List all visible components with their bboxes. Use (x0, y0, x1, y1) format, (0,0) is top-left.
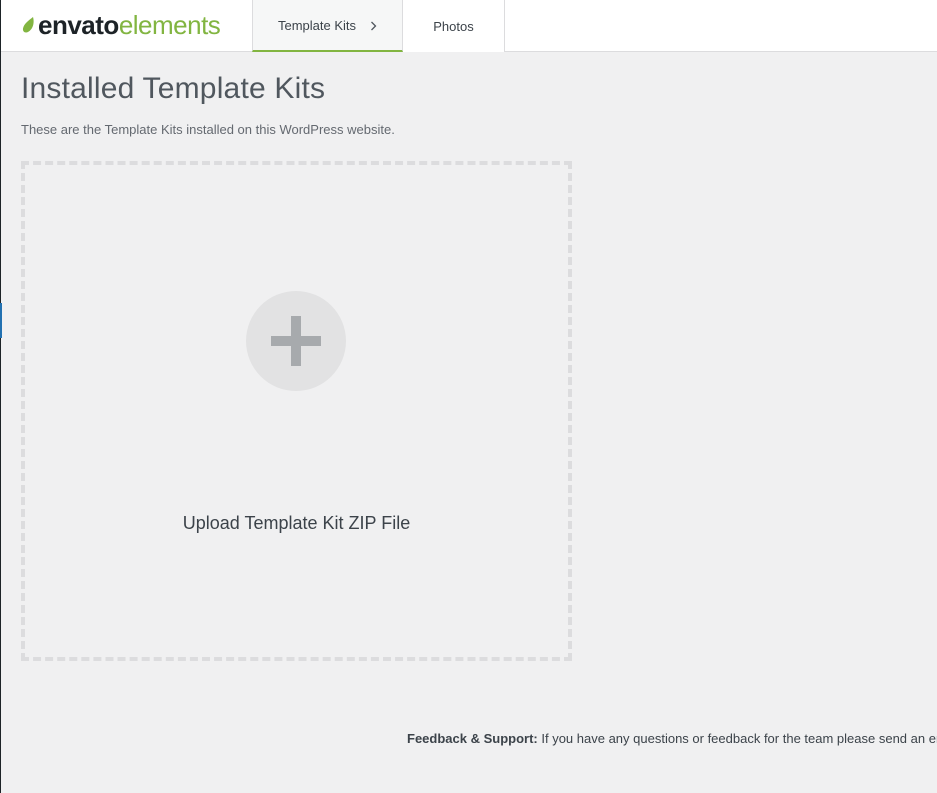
logo-brand-text: envato (38, 9, 119, 40)
upload-template-kit-dropzone[interactable]: Upload Template Kit ZIP File (21, 161, 572, 661)
tab-template-kits[interactable]: Template Kits (252, 0, 403, 52)
plus-icon (271, 316, 321, 366)
upload-label: Upload Template Kit ZIP File (182, 513, 411, 533)
header-bar: envato elements Template Kits Photos (1, 0, 937, 52)
tab-template-kits-label: Template Kits (277, 17, 357, 33)
leaf-icon (22, 17, 34, 33)
logo-product-text: elements (118, 9, 221, 40)
admin-sidebar-edge (0, 0, 1, 793)
feedback-heading: Feedback & Support: (407, 731, 538, 746)
page-title: Installed Template Kits (21, 72, 326, 105)
chevron-right-icon (370, 18, 377, 34)
tab-photos[interactable]: Photos (403, 0, 505, 52)
admin-menu-active-indicator (0, 303, 2, 338)
tab-photos-label: Photos (433, 18, 474, 34)
envato-elements-logo[interactable]: envato elements (22, 9, 221, 40)
feedback-support-text: Feedback & Support: If you have any ques… (407, 731, 937, 746)
page-subtitle: These are the Template Kits installed on… (21, 122, 395, 137)
upload-plus-button[interactable] (246, 291, 346, 391)
feedback-body: If you have any questions or feedback fo… (537, 731, 937, 746)
